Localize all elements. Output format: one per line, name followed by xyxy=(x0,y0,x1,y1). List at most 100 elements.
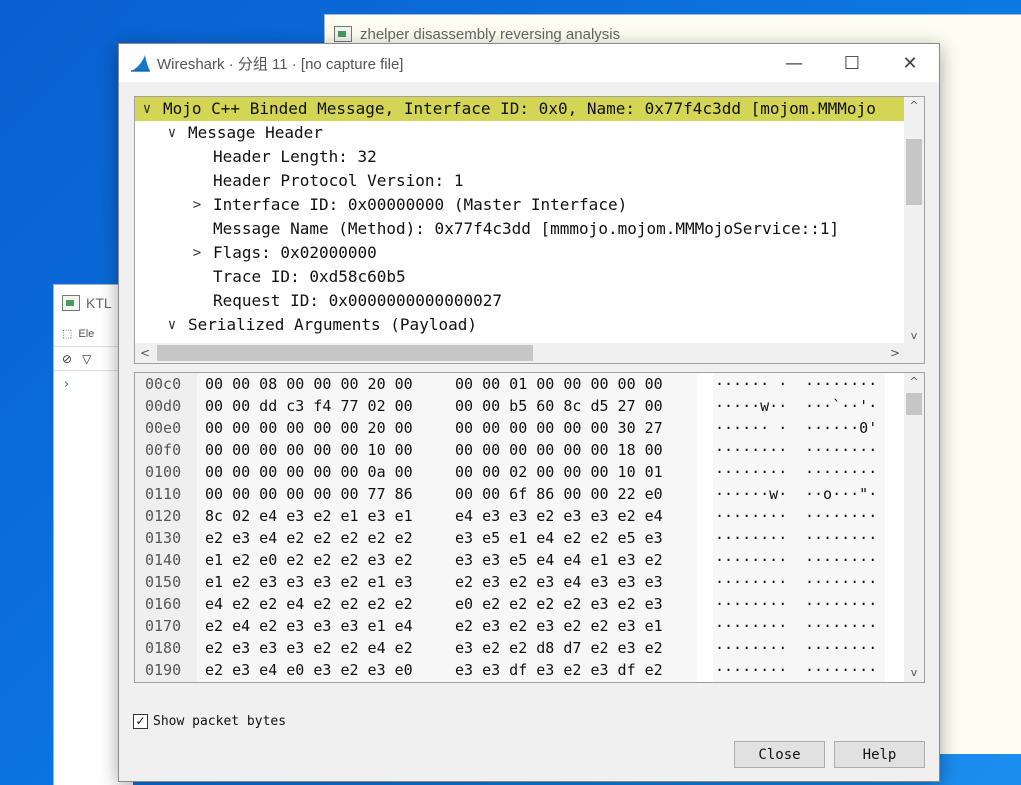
scroll-right-icon[interactable]: > xyxy=(885,343,905,363)
byte-offset: 0130 xyxy=(145,529,182,547)
dialog-titlebar[interactable]: Wireshark · 分组 11 · [no capture file] — … xyxy=(119,44,939,82)
hex-bytes-left: e4 e2 e2 e4 e2 e2 e2 e2 xyxy=(205,595,413,613)
hex-bytes-right: e3 e3 df e3 e2 e3 df e2 xyxy=(455,661,663,679)
tree-row[interactable]: Message Name (Method): 0x77f4c3dd [mmmoj… xyxy=(135,217,905,241)
bytes-vertical-scrollbar[interactable]: ^ v xyxy=(904,373,924,682)
tree-row-label: Header Length: 32 xyxy=(213,147,377,166)
minimize-button[interactable]: — xyxy=(765,44,823,82)
bytes-row[interactable]: 0130 e2 e3 e4 e2 e2 e2 e2 e2 e3 e5 e1 e4 e… xyxy=(135,527,905,549)
bytes-row[interactable]: 0190 e2 e3 e4 e0 e3 e2 e3 e0 e3 e3 df e3 e… xyxy=(135,659,905,681)
bytes-row[interactable]: 0160 e4 e2 e2 e4 e2 e2 e2 e2 e0 e2 e2 e2 e… xyxy=(135,593,905,615)
tree-row-label: Flags: 0x02000000 xyxy=(213,243,377,262)
collapse-arrow-icon[interactable]: ∨ xyxy=(164,121,180,145)
collapse-arrow-icon[interactable]: ∨ xyxy=(164,313,180,337)
bytes-row[interactable]: 00e0 00 00 00 00 00 00 20 00 00 00 00 00 0… xyxy=(135,417,905,439)
hex-bytes-right: e3 e3 e5 e4 e4 e1 e3 e2 xyxy=(455,551,663,569)
hex-bytes-left: e2 e3 e4 e2 e2 e2 e2 e2 xyxy=(205,529,413,547)
hex-bytes-right: e2 e3 e2 e3 e2 e2 e3 e1 xyxy=(455,617,663,635)
tree-vertical-scrollbar[interactable]: ^ v xyxy=(904,97,924,345)
ascii-right: ········ xyxy=(805,639,878,657)
tree-row[interactable]: Header Length: 32 xyxy=(135,145,905,169)
show-packet-bytes-checkbox[interactable]: ✓ Show packet bytes xyxy=(133,714,286,729)
scroll-corner xyxy=(904,343,924,363)
tree-horizontal-scrollbar[interactable]: < > xyxy=(135,343,905,363)
bytes-row[interactable]: 0110 00 00 00 00 00 00 77 86 00 00 6f 86 0… xyxy=(135,483,905,505)
byte-offset: 00f0 xyxy=(145,441,182,459)
ascii-right: ········ xyxy=(805,661,878,679)
packet-bytes-view[interactable]: 00c0 00 00 08 00 00 00 20 00 00 00 01 00 0… xyxy=(134,372,925,683)
tree-row[interactable]: ∨ Serialized Arguments (Payload) xyxy=(135,313,905,337)
byte-offset: 0100 xyxy=(145,463,182,481)
bytes-row[interactable]: 0100 00 00 00 00 00 00 0a 00 00 00 02 00 0… xyxy=(135,461,905,483)
app-window-icon xyxy=(62,295,80,311)
hex-bytes-left: 00 00 dd c3 f4 77 02 00 xyxy=(205,397,413,415)
close-window-button[interactable]: ✕ xyxy=(881,44,939,82)
tree-row[interactable]: > Interface ID: 0x00000000 (Master Interf… xyxy=(135,193,905,217)
expand-arrow-icon[interactable]: > xyxy=(189,193,205,217)
maximize-button[interactable]: ☐ xyxy=(823,44,881,82)
tree-row[interactable]: ∨ Mojo C++ Binded Message, Interface ID: … xyxy=(135,97,905,121)
wireshark-fin-icon xyxy=(131,55,150,72)
bytes-row[interactable]: 00c0 00 00 08 00 00 00 20 00 00 00 01 00 0… xyxy=(135,373,905,395)
tree-scroll-thumb[interactable] xyxy=(906,139,922,205)
tree-row-label: Message Header xyxy=(188,123,323,142)
tree-row[interactable]: Header Protocol Version: 1 xyxy=(135,169,905,193)
checkbox-check-icon[interactable]: ✓ xyxy=(133,714,148,729)
scroll-down-icon[interactable]: v xyxy=(904,664,924,682)
ktl-tool-label[interactable]: Ele xyxy=(78,328,94,340)
hex-bytes-right: e4 e3 e3 e2 e3 e3 e2 e4 xyxy=(455,507,663,525)
tree-row[interactable]: Request ID: 0x0000000000000027 xyxy=(135,289,905,313)
app-window-icon xyxy=(334,26,352,42)
tree-row-label: Request ID: 0x0000000000000027 xyxy=(213,291,502,310)
dialog-title: Wireshark · 分组 11 · [no capture file] xyxy=(157,55,404,73)
byte-offset: 0150 xyxy=(145,573,182,591)
hex-bytes-right: 00 00 b5 60 8c d5 27 00 xyxy=(455,397,663,415)
ktl-title: KTL xyxy=(86,295,112,311)
packet-details-tree[interactable]: ∨ Mojo C++ Binded Message, Interface ID: … xyxy=(134,96,925,364)
ascii-right: ········ xyxy=(805,617,878,635)
scroll-left-icon[interactable]: < xyxy=(135,343,155,363)
bytes-row[interactable]: 0120 8c 02 e4 e3 e2 e1 e3 e1 e4 e3 e3 e2 e… xyxy=(135,505,905,527)
bytes-row[interactable]: 0180 e2 e3 e3 e3 e2 e2 e4 e2 e3 e2 e2 d8 d… xyxy=(135,637,905,659)
expand-arrow-icon[interactable]: > xyxy=(189,241,205,265)
inspect-icon[interactable]: ⬚ xyxy=(62,327,72,340)
tree-row[interactable]: > Flags: 0x02000000 xyxy=(135,241,905,265)
tree-row[interactable]: ∨ Message Header xyxy=(135,121,905,145)
hex-bytes-left: 00 00 00 00 00 00 10 00 xyxy=(205,441,413,459)
hex-bytes-left: 00 00 00 00 00 00 0a 00 xyxy=(205,463,413,481)
bytes-scroll-thumb[interactable] xyxy=(906,393,922,415)
tree-row[interactable]: Trace ID: 0xd58c60b5 xyxy=(135,265,905,289)
collapse-arrow-icon[interactable]: ∨ xyxy=(139,97,155,121)
ascii-right: ········ xyxy=(805,551,878,569)
scroll-up-icon[interactable]: ^ xyxy=(904,373,924,391)
hex-bytes-left: e2 e3 e3 e3 e2 e2 e4 e2 xyxy=(205,639,413,657)
ascii-left: ·····w·· xyxy=(715,397,788,415)
bytes-row[interactable]: 0170 e2 e4 e2 e3 e3 e3 e1 e4 e2 e3 e2 e3 e… xyxy=(135,615,905,637)
bytes-row[interactable]: 00f0 00 00 00 00 00 00 10 00 00 00 00 00 0… xyxy=(135,439,905,461)
ascii-right: ········ xyxy=(805,529,878,547)
help-button[interactable]: Help xyxy=(834,741,925,768)
hex-bytes-right: e2 e3 e2 e3 e4 e3 e3 e3 xyxy=(455,573,663,591)
byte-offset: 0180 xyxy=(145,639,182,657)
ascii-left: ········ xyxy=(715,639,788,657)
scroll-up-icon[interactable]: ^ xyxy=(904,97,924,115)
hex-bytes-left: e1 e2 e3 e3 e3 e2 e1 e3 xyxy=(205,573,413,591)
ascii-left: ········ xyxy=(715,595,788,613)
byte-offset: 0140 xyxy=(145,551,182,569)
byte-offset: 00e0 xyxy=(145,419,182,437)
ascii-right: ······0' xyxy=(805,419,878,437)
hex-bytes-left: e2 e4 e2 e3 e3 e3 e1 e4 xyxy=(205,617,413,635)
bytes-row[interactable]: 0140 e1 e2 e0 e2 e2 e2 e3 e2 e3 e3 e5 e4 e… xyxy=(135,549,905,571)
filter-icon[interactable]: ▽ xyxy=(82,352,91,366)
ascii-left: ········ xyxy=(715,463,788,481)
hex-bytes-right: e0 e2 e2 e2 e2 e3 e2 e3 xyxy=(455,595,663,613)
clear-icon[interactable]: ⊘ xyxy=(62,352,72,366)
ascii-right: ········ xyxy=(805,573,878,591)
hex-bytes-right: 00 00 01 00 00 00 00 00 xyxy=(455,375,663,393)
tree-hscroll-thumb[interactable] xyxy=(157,345,533,361)
bytes-row[interactable]: 00d0 00 00 dd c3 f4 77 02 00 00 00 b5 60 8… xyxy=(135,395,905,417)
ascii-left: ········ xyxy=(715,551,788,569)
close-button[interactable]: Close xyxy=(734,741,825,768)
bytes-row[interactable]: 0150 e1 e2 e3 e3 e3 e2 e1 e3 e2 e3 e2 e3 e… xyxy=(135,571,905,593)
ascii-right: ········ xyxy=(805,375,878,393)
